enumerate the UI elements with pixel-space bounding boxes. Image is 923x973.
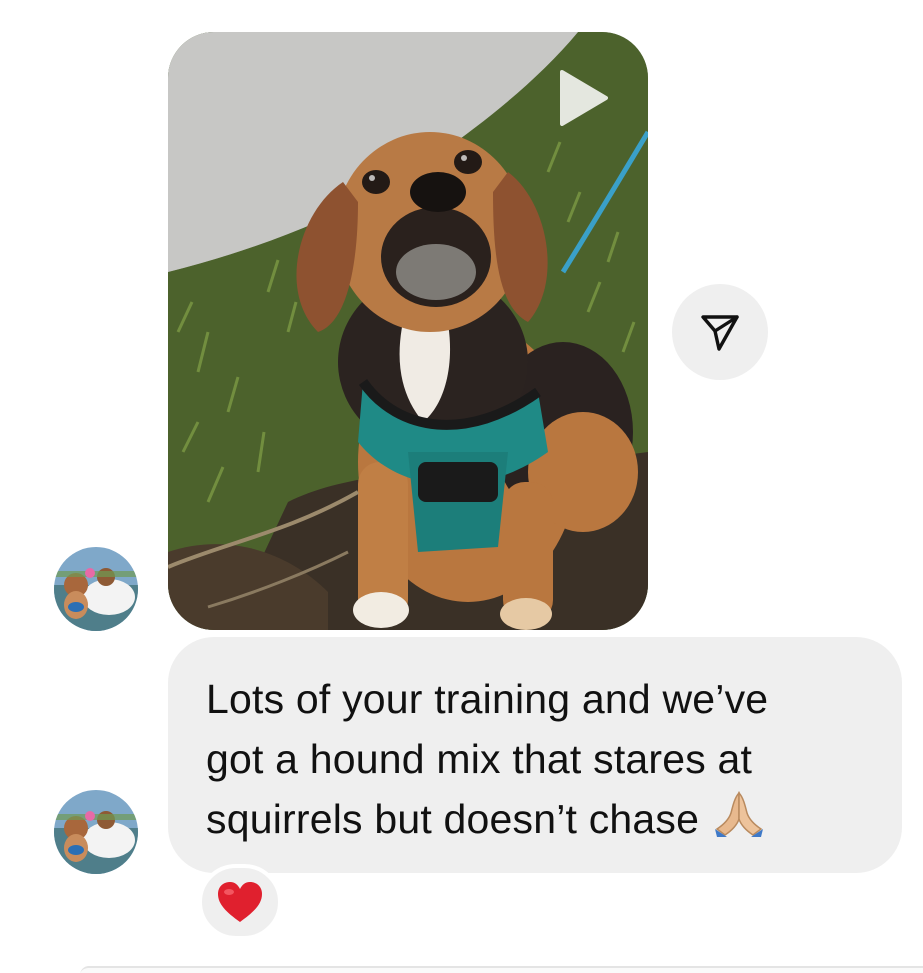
reaction-badge[interactable] bbox=[198, 864, 282, 940]
folded-hands-emoji bbox=[715, 791, 764, 837]
red-heart-emoji bbox=[218, 882, 262, 922]
play-icon[interactable] bbox=[556, 66, 612, 130]
share-button[interactable] bbox=[672, 284, 768, 380]
message-line: got a hound mix that stares at bbox=[206, 736, 753, 782]
avatar[interactable] bbox=[54, 790, 138, 874]
text-message-bubble[interactable]: Lots of your training and we’ve got a ho… bbox=[168, 637, 902, 873]
message-line: Lots of your training and we’ve bbox=[206, 676, 769, 722]
paper-plane-icon bbox=[701, 315, 739, 351]
message-line: squirrels but doesn’t chase bbox=[206, 789, 872, 849]
message-thread: Lots of your training and we’ve got a ho… bbox=[0, 0, 923, 973]
message-text: Lots of your training and we’ve got a ho… bbox=[206, 669, 872, 849]
avatar[interactable] bbox=[54, 547, 138, 631]
video-message[interactable] bbox=[168, 32, 648, 630]
message-composer-edge bbox=[80, 966, 923, 973]
